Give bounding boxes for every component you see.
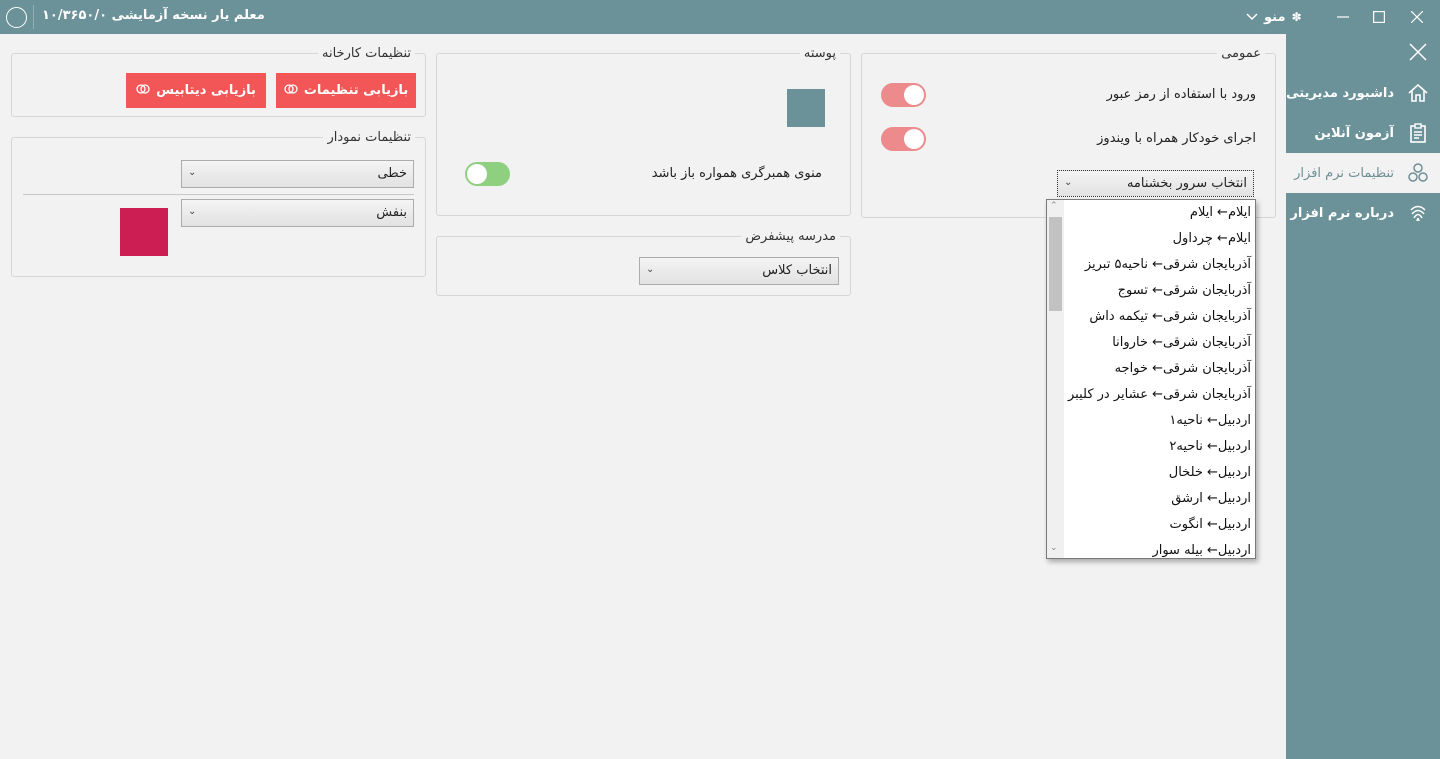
chevron-down-icon: ⌄ (1064, 177, 1073, 188)
chart-color-swatch[interactable] (120, 208, 168, 256)
menu-label: منو (1264, 9, 1286, 25)
dropdown-option[interactable]: اردبیل← خلخال (1065, 460, 1255, 486)
sidebar-item-about[interactable]: درباره نرم افزار (1286, 193, 1440, 233)
chart-color-value: بنفش (376, 205, 407, 220)
fingerprint-icon (1406, 201, 1430, 225)
close-button[interactable] (1400, 0, 1434, 34)
dropdown-scrollbar[interactable]: ⌃ ⌄ (1047, 200, 1064, 558)
scrollbar-thumb[interactable] (1049, 217, 1062, 311)
chart-divider (23, 194, 414, 195)
dropdown-options: ایلام← ایلام ایلام← چرداول آذربایجان شرقی←… (1065, 200, 1255, 558)
default-school-title: مدرسه پیشفرض (745, 229, 836, 244)
chart-settings-title: تنظیمات نمودار (327, 130, 411, 145)
sidebar-item-label: درباره نرم افزار (1290, 205, 1394, 221)
dropdown-option[interactable]: ایلام← چرداول (1065, 226, 1255, 252)
title-separator (33, 5, 34, 29)
menu-open-toggle[interactable] (465, 162, 510, 186)
dropdown-option[interactable]: اردبیل← ناحیه۱ (1065, 408, 1255, 434)
class-select-value: انتخاب کلاس (762, 263, 832, 278)
restore-database-label: بازیابی دیتابیس (156, 83, 256, 98)
dropdown-option[interactable]: اردبیل← ناحیه۲ (1065, 434, 1255, 460)
restore-settings-label: بازیابی تنظیمات (303, 83, 409, 98)
autostart-toggle[interactable] (881, 127, 926, 151)
chevron-down-icon: ⌄ (646, 264, 655, 275)
server-select[interactable]: انتخاب سرور بخشنامه ⌄ (1057, 170, 1254, 197)
chart-type-select[interactable]: خطی ⌄ (181, 160, 414, 188)
menu-open-label: منوی همبرگری همواره باز باشد (651, 166, 822, 181)
login-password-label: ورود با استفاده از رمز عبور (1106, 87, 1256, 102)
sidebar-item-label: داشبورد مدیریتی (1286, 85, 1394, 101)
server-select-value: انتخاب سرور بخشنامه (1126, 176, 1247, 191)
chart-type-value: خطی (377, 166, 407, 181)
dropdown-option[interactable]: ایلام← ایلام (1065, 200, 1255, 226)
sidebar-item-label: آزمون آنلاین (1314, 125, 1394, 141)
brain-icon (284, 82, 298, 100)
dropdown-option[interactable]: اردبیل← انگوت (1065, 512, 1255, 538)
restore-database-button[interactable]: بازیابی دیتابیس (126, 73, 266, 108)
chart-color-select[interactable]: بنفش ⌄ (181, 199, 414, 227)
sidebar-item-online-exam[interactable]: آزمون آنلاین (1286, 113, 1440, 153)
title-bar: معلم یار نسخه آزمایشی ۱۰/۳۶۵۰/۰ منو ✽ (0, 0, 1440, 34)
chevron-up-icon[interactable]: ⌃ (1050, 201, 1058, 211)
menu-button[interactable]: منو ✽ (1246, 7, 1302, 27)
sidebar-item-settings[interactable]: تنظیمات نرم افزار (1286, 153, 1440, 193)
app-logo-icon (6, 7, 27, 28)
window-title: معلم یار نسخه آزمایشی ۱۰/۳۶۵۰/۰ (42, 8, 265, 23)
login-password-toggle[interactable] (881, 83, 926, 107)
clipboard-icon (1406, 121, 1430, 145)
gear-icon: ✽ (1291, 10, 1302, 24)
restore-settings-button[interactable]: بازیابی تنظیمات (276, 73, 416, 108)
chevron-down-icon: ⌄ (188, 167, 197, 178)
chevron-down-icon: ⌄ (188, 206, 197, 217)
sidebar-close-icon[interactable] (1408, 42, 1430, 64)
dropdown-option[interactable]: آذربایجان شرقی← تیکمه داش (1065, 304, 1255, 330)
server-dropdown-list[interactable]: ⌃ ⌄ ایلام← ایلام ایلام← چرداول آذربایجان ش… (1046, 199, 1256, 559)
general-title: عمومی (1221, 46, 1261, 61)
skin-color-swatch[interactable] (787, 89, 825, 127)
dropdown-option[interactable]: آذربایجان شرقی← ناحیه۵ تبریز (1065, 252, 1255, 278)
chevron-down-icon[interactable]: ⌄ (1050, 543, 1058, 553)
dropdown-option[interactable]: اردبیل← ارشق (1065, 486, 1255, 512)
maximize-button[interactable] (1362, 0, 1396, 34)
gears-icon (1406, 161, 1430, 185)
factory-title: تنظیمات کارخانه (322, 46, 411, 61)
home-icon (1406, 81, 1430, 105)
sidebar-item-label: تنظیمات نرم افزار (1294, 165, 1394, 181)
dropdown-option[interactable]: آذربایجان شرقی← تسوج (1065, 278, 1255, 304)
brain-icon (136, 82, 150, 100)
skin-title: پوسته (803, 46, 836, 61)
dropdown-option[interactable]: اردبیل← بیله سوار (1065, 538, 1255, 558)
skin-group: پوسته (436, 46, 851, 216)
minimize-button[interactable] (1326, 0, 1360, 34)
chevron-down-icon (1246, 10, 1258, 25)
class-select[interactable]: انتخاب کلاس ⌄ (639, 257, 839, 285)
dropdown-option[interactable]: آذربایجان شرقی← خاروانا (1065, 330, 1255, 356)
dropdown-option[interactable]: آذربایجان شرقی← خواجه (1065, 356, 1255, 382)
sidebar: داشبورد مدیریتی آزمون آنلاین تنظیمات نرم… (1286, 34, 1440, 759)
dropdown-option[interactable]: آذربایجان شرقی← عشایر در کلیبر (1065, 382, 1255, 408)
autostart-label: اجرای خودکار همراه با ویندوز (1097, 131, 1256, 146)
sidebar-item-dashboard[interactable]: داشبورد مدیریتی (1286, 73, 1440, 113)
